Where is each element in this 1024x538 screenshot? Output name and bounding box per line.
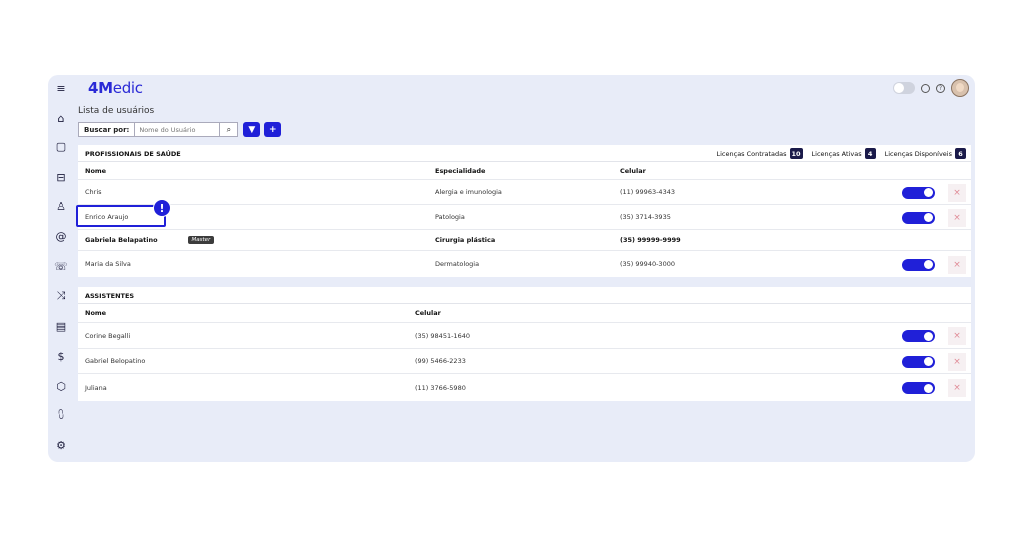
table-row[interactable]: Corine Begalli (35) 98451-1640 × <box>78 322 971 348</box>
box-icon[interactable]: ⬡ <box>52 377 70 395</box>
delete-icon[interactable]: × <box>948 208 966 227</box>
top-bar-actions: ? <box>893 79 969 97</box>
column-header-name[interactable]: Nome <box>85 162 106 179</box>
add-user-button[interactable]: + <box>264 122 282 137</box>
professionals-header: PROFISSIONAIS DE SAÚDE Licenças Contrata… <box>78 145 971 162</box>
menu-icon[interactable]: ≡ <box>52 79 70 97</box>
avatar[interactable] <box>951 79 969 97</box>
active-toggle[interactable] <box>902 330 935 342</box>
table-row[interactable]: Enrico Araujo Patologia (35) 3714-3935 × <box>78 204 971 229</box>
cell-name: Corine Begalli <box>85 331 131 340</box>
table-row[interactable]: Juliana (11) 3766-5980 × <box>78 373 971 401</box>
theme-toggle[interactable] <box>893 82 915 94</box>
cell-name-text: Gabriela Belapatino <box>85 236 158 244</box>
cell-specialty: Alergia e imunologia <box>435 188 502 196</box>
column-header-name[interactable]: Nome <box>85 304 106 321</box>
phone-icon[interactable]: ☏ <box>52 257 70 275</box>
cell-name: Gabriela Belapatino Master <box>85 230 215 250</box>
column-header-phone[interactable]: Celular <box>415 304 441 321</box>
license-available: Licenças Disponíveis 6 <box>885 148 966 159</box>
clipboard-icon[interactable]: ▤ <box>52 317 70 335</box>
help-icon[interactable]: ? <box>936 83 945 93</box>
search-bar: Buscar por: ⌕ ▼ + <box>78 122 282 137</box>
table-row[interactable]: Gabriel Belopatino (99) 5466-2233 × <box>78 348 971 373</box>
cell-phone: (35) 99940-3000 <box>620 260 675 268</box>
license-label: Licenças Ativas <box>811 149 862 158</box>
master-badge: Master <box>187 236 215 244</box>
shuffle-icon[interactable]: ⤨ <box>52 287 70 305</box>
delete-icon[interactable]: × <box>948 183 966 202</box>
filter-button[interactable]: ▼ <box>243 122 261 137</box>
cell-phone: (35) 3714-3935 <box>620 213 671 221</box>
cell-phone: (99) 5466-2233 <box>415 357 466 365</box>
table-row[interactable]: Chris Alergia e imunologia (11) 99963-43… <box>78 179 971 204</box>
delete-icon[interactable]: × <box>948 379 966 397</box>
table-header-row: Nome Especialidade Celular <box>78 162 971 179</box>
cell-phone: (35) 99999-9999 <box>620 236 681 244</box>
cell-specialty: Patologia <box>435 213 465 221</box>
cell-name: Gabriel Belopatino <box>85 357 146 365</box>
assistants-header: ASSISTENTES <box>78 287 971 304</box>
dollar-icon[interactable]: $ <box>52 347 70 365</box>
cell-name: Juliana <box>85 383 107 392</box>
license-summary: Licenças Contratadas 10 Licenças Ativas … <box>717 148 966 159</box>
active-toggle[interactable] <box>902 355 935 368</box>
chart-icon[interactable]: ⩇ <box>52 406 70 424</box>
license-active: Licenças Ativas 4 <box>812 148 876 159</box>
app-logo[interactable]: 4Medic <box>88 79 143 97</box>
search-label: Buscar por: <box>78 122 136 137</box>
delete-icon[interactable]: × <box>948 255 966 274</box>
professionals-panel: PROFISSIONAIS DE SAÚDE Licenças Contrata… <box>78 145 971 277</box>
alert-icon: ! <box>153 199 171 217</box>
cell-name: Maria da Silva <box>85 260 131 268</box>
license-count-badge: 10 <box>789 148 803 159</box>
active-toggle[interactable] <box>902 258 935 271</box>
calendar-icon[interactable]: ▢ <box>52 137 70 155</box>
gear-icon[interactable]: ⚙ <box>52 436 70 454</box>
column-header-specialty[interactable]: Especialidade <box>435 162 485 179</box>
home-icon[interactable]: ⌂ <box>52 109 70 127</box>
logo-rest: edic <box>112 79 143 97</box>
license-label: Licenças Disponíveis <box>884 149 952 158</box>
cell-name: Chris <box>85 188 102 196</box>
column-header-phone[interactable]: Celular <box>620 162 646 179</box>
car-icon[interactable]: ⊟ <box>52 168 70 186</box>
section-title: ASSISTENTES <box>85 292 135 300</box>
search-input[interactable] <box>135 122 221 137</box>
search-icon[interactable]: ⌕ <box>220 122 239 137</box>
table-row[interactable]: Gabriela Belapatino Master Cirurgia plás… <box>78 229 971 250</box>
at-icon[interactable]: @ <box>52 227 70 245</box>
logo-bold: 4M <box>88 79 113 97</box>
assistants-panel: ASSISTENTES Nome Celular Corine Begalli … <box>78 287 971 401</box>
active-toggle[interactable] <box>902 186 935 199</box>
active-toggle[interactable] <box>902 211 935 224</box>
license-count-badge: 6 <box>955 148 966 159</box>
license-count-badge: 4 <box>864 148 876 159</box>
license-contracted: Licenças Contratadas 10 <box>717 148 803 159</box>
table-header-row: Nome Celular <box>78 304 971 322</box>
cell-specialty: Dermatologia <box>435 260 480 268</box>
cell-phone: (35) 98451-1640 <box>415 331 470 340</box>
app-window: ≡ ⌂ ▢ ⊟ ♙ @ ☏ ⤨ ▤ $ ⬡ ⩇ ⚙ 4Medic ? Lista… <box>48 75 975 462</box>
user-icon[interactable]: ♙ <box>52 197 70 215</box>
section-title: PROFISSIONAIS DE SAÚDE <box>85 150 181 158</box>
delete-icon[interactable]: × <box>948 352 966 371</box>
delete-icon[interactable]: × <box>948 327 966 345</box>
license-label: Licenças Contratadas <box>716 149 787 158</box>
page-title: Lista de usuários <box>78 106 155 116</box>
cell-specialty: Cirurgia plástica <box>435 236 496 244</box>
chat-icon[interactable] <box>921 83 930 93</box>
active-toggle[interactable] <box>902 382 935 394</box>
table-row[interactable]: Maria da Silva Dermatologia (35) 99940-3… <box>78 250 971 277</box>
cell-phone: (11) 3766-5980 <box>415 383 466 392</box>
cell-phone: (11) 99963-4343 <box>620 188 675 196</box>
sidebar: ≡ ⌂ ▢ ⊟ ♙ @ ☏ ⤨ ▤ $ ⬡ ⩇ ⚙ <box>48 75 74 462</box>
